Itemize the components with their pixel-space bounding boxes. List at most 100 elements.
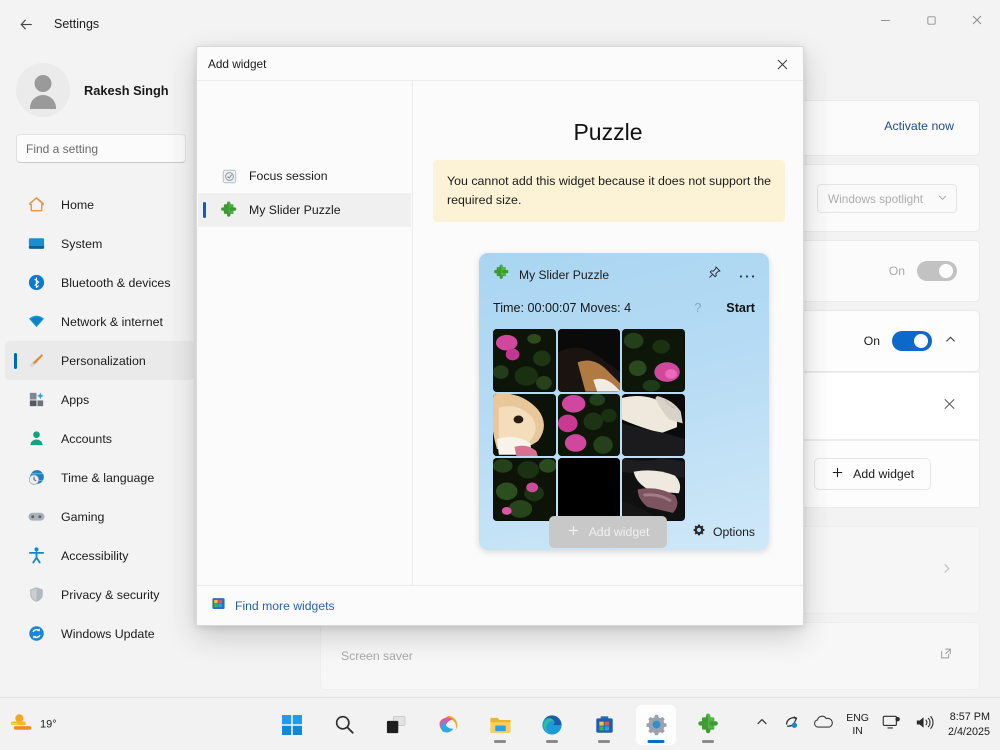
search-input[interactable]: Find a setting	[16, 134, 186, 163]
puzzle-app-button[interactable]	[688, 705, 728, 745]
widgets-row-state: On	[864, 334, 880, 348]
task-view-button[interactable]	[376, 705, 416, 745]
sidebar-item-label: Gaming	[61, 510, 104, 524]
taskbar-weather-widget[interactable]: 19°	[10, 711, 57, 738]
sidebar-item-home[interactable]: Home	[5, 185, 194, 224]
widget-card-header: My Slider Puzzle	[493, 265, 755, 285]
activate-now-link[interactable]: Activate now	[884, 119, 954, 133]
puzzle-tile[interactable]	[622, 458, 685, 521]
sidebar-item-apps[interactable]: Apps	[5, 380, 194, 419]
widgets-row-toggle[interactable]	[892, 331, 932, 351]
back-button[interactable]	[8, 8, 44, 40]
ellipsis-icon[interactable]	[739, 266, 755, 284]
clock-date: 2/4/2025	[948, 725, 990, 740]
sidebar-item-time-language[interactable]: Time & language	[5, 458, 194, 497]
user-profile[interactable]: Rakesh Singh	[0, 48, 200, 120]
find-more-widgets-link[interactable]: Find more widgets	[235, 599, 335, 613]
widget-list-item-label: Focus session	[249, 169, 328, 183]
onedrive-icon[interactable]	[813, 715, 833, 734]
chevron-up-icon[interactable]	[755, 715, 769, 734]
close-button[interactable]	[954, 0, 1000, 40]
sidebar-item-label: Network & internet	[61, 315, 163, 329]
task-view-icon	[385, 715, 407, 735]
widget-list: Focus session My Slider Puzzle	[197, 81, 413, 605]
apps-icon	[26, 390, 46, 410]
maximize-button[interactable]	[908, 0, 954, 40]
language-line2: IN	[846, 725, 869, 737]
start-button[interactable]: Start	[726, 301, 755, 315]
help-button[interactable]: ?	[694, 301, 701, 315]
store-icon	[594, 714, 615, 735]
dialog-title-bar: Add widget	[197, 47, 803, 81]
speaker-icon[interactable]	[915, 714, 935, 736]
minimize-icon	[880, 15, 891, 26]
chevron-up-icon[interactable]	[944, 333, 957, 349]
puzzle-tile[interactable]	[493, 394, 556, 457]
minimize-button[interactable]	[862, 0, 908, 40]
open-external-icon	[939, 647, 953, 666]
puzzle-tile[interactable]	[493, 329, 556, 392]
sidebar-item-windows-update[interactable]: Windows Update	[5, 614, 194, 653]
edge-button[interactable]	[532, 705, 572, 745]
puzzle-tile[interactable]	[558, 329, 621, 392]
sidebar-item-privacy[interactable]: Privacy & security	[5, 575, 194, 614]
bluetooth-icon	[26, 273, 46, 293]
widget-preview-card: My Slider Puzzle Time: 00:00:07 Moves: 4	[479, 253, 769, 550]
sidebar-item-system[interactable]: System	[5, 224, 194, 263]
search-button[interactable]	[324, 705, 364, 745]
close-icon	[971, 14, 983, 26]
language-line1: ENG	[846, 712, 869, 724]
sidebar-item-accessibility[interactable]: Accessibility	[5, 536, 194, 575]
language-indicator[interactable]: ENG IN	[846, 712, 869, 736]
sidebar-item-personalization[interactable]: Personalization	[5, 341, 194, 380]
window-caption-buttons	[862, 0, 1000, 40]
store-button[interactable]	[584, 705, 624, 745]
widget-list-item-my-slider-puzzle[interactable]: My Slider Puzzle	[198, 193, 411, 227]
sidebar-item-accounts[interactable]: Accounts	[5, 419, 194, 458]
widgets-row-controls: On	[864, 331, 957, 351]
sidebar-item-label: Privacy & security	[61, 588, 159, 602]
add-widget-button[interactable]: Add widget	[814, 458, 931, 490]
dialog-footer: Find more widgets	[197, 585, 804, 625]
sidebar-item-network[interactable]: Network & internet	[5, 302, 194, 341]
dialog-title: Add widget	[208, 57, 266, 71]
widget-list-item-label: My Slider Puzzle	[249, 203, 341, 217]
puzzle-tile[interactable]	[493, 458, 556, 521]
puzzle-tile[interactable]	[622, 329, 685, 392]
focus-session-icon	[220, 167, 238, 185]
sidebar-nav-list: Home System Bluetooth & devices	[0, 185, 200, 653]
plus-icon	[831, 466, 844, 482]
puzzle-tile[interactable]	[558, 394, 621, 457]
taskbar-apps	[272, 698, 728, 750]
copilot-button[interactable]	[428, 705, 468, 745]
screen-saver-label: Screen saver	[341, 649, 413, 663]
remove-widget-button[interactable]	[942, 397, 957, 416]
widget-preview-pane: Puzzle You cannot add this widget becaus…	[413, 81, 803, 605]
clock[interactable]: 8:57 PM 2/4/2025	[948, 710, 990, 739]
puzzle-tile-blank[interactable]	[558, 458, 621, 521]
widget-card-title: My Slider Puzzle	[519, 268, 609, 282]
widget-options-label: Options	[713, 525, 755, 539]
search-placeholder: Find a setting	[26, 142, 98, 156]
file-explorer-button[interactable]	[480, 705, 520, 745]
sidebar-item-gaming[interactable]: Gaming	[5, 497, 194, 536]
settings-button[interactable]	[636, 705, 676, 745]
screen-saver-row[interactable]: Screen saver	[320, 622, 980, 690]
dialog-add-widget-button[interactable]: Add widget	[549, 516, 667, 548]
setting-row-b-toggle[interactable]	[917, 261, 957, 281]
puzzle-stats: Time: 00:00:07 Moves: 4	[493, 301, 631, 315]
widget-options-button[interactable]: Options	[692, 523, 755, 540]
pin-icon[interactable]	[707, 265, 722, 285]
start-button[interactable]	[272, 705, 312, 745]
add-widget-dialog: Add widget Focus session My Slider Puzzl…	[196, 46, 804, 626]
widget-card-actions	[707, 265, 755, 285]
clock-time: 8:57 PM	[948, 710, 990, 725]
puzzle-tile[interactable]	[622, 394, 685, 457]
background-dropdown[interactable]: Windows spotlight	[817, 184, 957, 213]
sidebar-item-bluetooth[interactable]: Bluetooth & devices	[5, 263, 194, 302]
network-icon[interactable]	[782, 714, 800, 735]
widget-list-item-focus-session[interactable]: Focus session	[198, 159, 411, 193]
dialog-body: Focus session My Slider Puzzle Puzzle Yo…	[197, 81, 803, 605]
display-icon[interactable]	[882, 714, 902, 736]
dialog-close-button[interactable]	[761, 47, 803, 81]
